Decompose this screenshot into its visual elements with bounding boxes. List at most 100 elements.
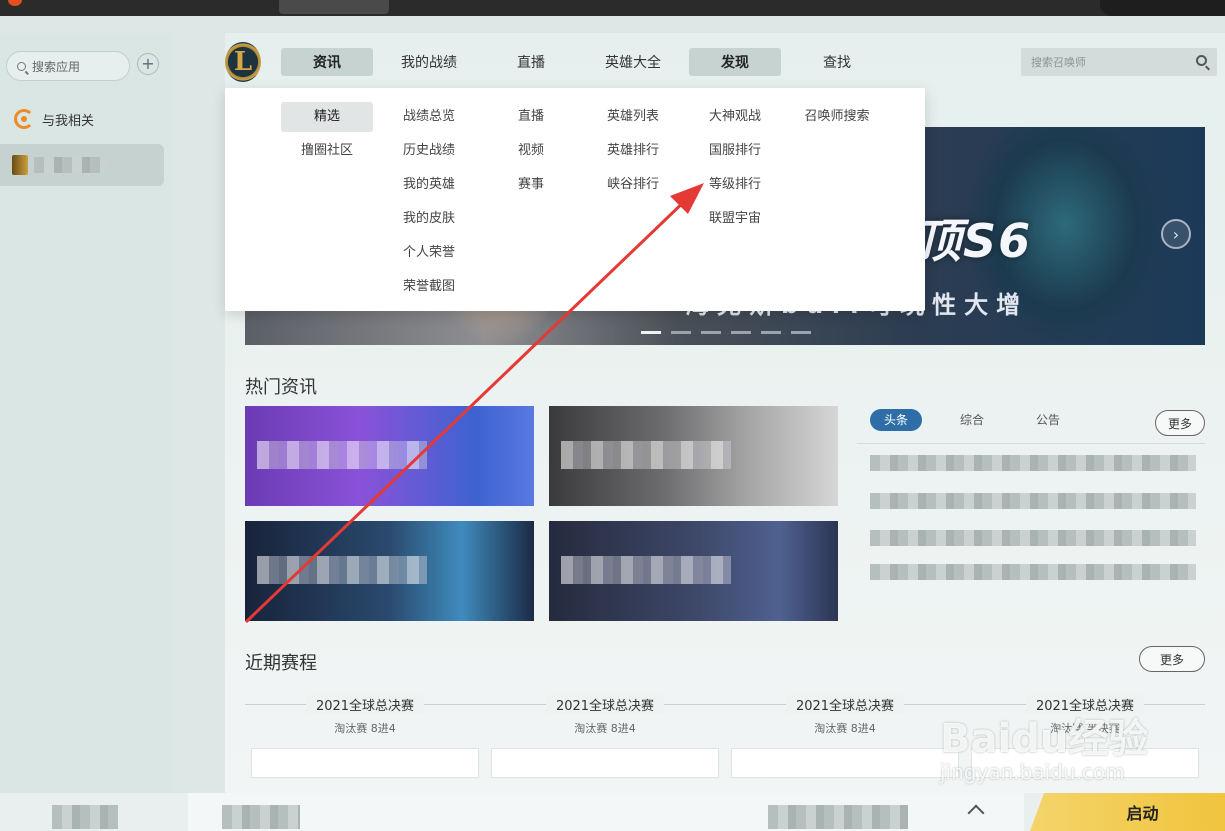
match-detail-box[interactable] <box>731 748 959 778</box>
tab-general[interactable]: 综合 <box>946 409 998 431</box>
menu-item-hero-ranking[interactable]: 英雄排行 <box>587 136 679 166</box>
menu-item-my-skins[interactable]: 我的皮肤 <box>383 204 475 234</box>
baidu-watermark: Baidu经验 jingyan.baidu.com <box>940 706 1148 784</box>
match-card[interactable]: 2021全球总决赛 淘汰赛 8进4 <box>245 695 485 778</box>
match-card[interactable]: 2021全球总决赛 淘汰赛 8进4 <box>485 695 725 778</box>
schedule-title: 近期赛程 <box>245 653 317 674</box>
tab-discover[interactable]: 发现 <box>689 48 781 76</box>
launch-button[interactable]: 启动 <box>1030 793 1225 831</box>
banner-dot[interactable] <box>671 331 691 334</box>
news-tabs: 头条 综合 公告 <box>870 409 1074 431</box>
bottom-bar: 启动 <box>0 793 1225 831</box>
menu-item-my-heroes[interactable]: 我的英雄 <box>383 170 475 200</box>
tab-heroes[interactable]: 英雄大全 <box>587 48 679 76</box>
app-search-placeholder: 搜索应用 <box>32 59 81 74</box>
menu-item-live[interactable]: 直播 <box>485 102 577 132</box>
news-list-item[interactable] <box>870 455 1196 471</box>
hot-news-title: 热门资讯 <box>245 377 317 398</box>
banner-dot[interactable] <box>761 331 781 334</box>
watermark-brand: Baidu经验 <box>940 716 1149 762</box>
dropdown-col-discover: 大神观战 国服排行 等级排行 联盟宇宙 <box>689 102 781 238</box>
news-card[interactable] <box>549 406 838 506</box>
obscured-news-title <box>561 556 731 584</box>
banner-dot[interactable] <box>791 331 811 334</box>
search-icon[interactable] <box>1196 55 1207 66</box>
menu-item-record-overview[interactable]: 战绩总览 <box>383 102 475 132</box>
tab-headlines[interactable]: 头条 <box>870 409 923 431</box>
banner-next-button[interactable]: › <box>1161 219 1191 249</box>
dropdown-col-heroes: 英雄列表 英雄排行 峡谷排行 <box>587 102 679 204</box>
menu-item-match-history[interactable]: 历史战绩 <box>383 136 475 166</box>
window-titlebar <box>0 0 1225 16</box>
sidebar-item-related[interactable]: 与我相关 <box>14 109 94 129</box>
tab-live[interactable]: 直播 <box>485 48 577 76</box>
obscured-news-title <box>561 441 731 469</box>
window-controls[interactable] <box>1100 0 1225 16</box>
menu-item-summoner-search[interactable]: 召唤师搜索 <box>791 102 883 132</box>
search-icon <box>17 61 26 71</box>
menu-item-hero-list[interactable]: 英雄列表 <box>587 102 679 132</box>
watermark-url: jingyan.baidu.com <box>940 760 1125 784</box>
obscured-news-title <box>257 441 427 469</box>
menu-item-events[interactable]: 赛事 <box>485 170 577 200</box>
league-logo[interactable]: L <box>225 42 261 82</box>
match-stage: 淘汰赛 8进4 <box>334 722 396 735</box>
news-more-button[interactable]: 更多 <box>1155 410 1205 436</box>
news-card[interactable] <box>245 521 534 621</box>
nav-dropdown-menu: 精选 撸圈社区 战绩总览 历史战绩 我的英雄 我的皮肤 个人荣誉 荣誉截图 直播… <box>225 88 925 311</box>
summoner-search-input[interactable]: 搜索召唤师 <box>1021 48 1217 76</box>
news-list-item[interactable] <box>870 493 1196 509</box>
top-navigation: 资讯 我的战绩 直播 英雄大全 发现 查找 <box>281 48 883 76</box>
match-stage: 淘汰赛 8进4 <box>814 722 876 735</box>
menu-item-featured[interactable]: 精选 <box>281 102 373 132</box>
tab-announcements[interactable]: 公告 <box>1022 409 1074 431</box>
add-app-button[interactable]: + <box>137 53 159 75</box>
menu-item-videos[interactable]: 视频 <box>485 136 577 166</box>
banner-pagination <box>641 331 811 334</box>
banner-dot[interactable] <box>701 331 721 334</box>
menu-item-honors[interactable]: 个人荣誉 <box>383 238 475 268</box>
obscured-user-info <box>52 805 118 829</box>
dropdown-col-news: 精选 撸圈社区 <box>281 102 373 170</box>
obscured-news-title <box>257 556 427 584</box>
sidebar-item-label: 与我相关 <box>42 113 95 129</box>
match-detail-box[interactable] <box>251 748 479 778</box>
match-detail-box[interactable] <box>491 748 719 778</box>
window-tab[interactable] <box>279 0 389 14</box>
match-title: 2021全球总决赛 <box>305 695 425 714</box>
match-stage: 淘汰赛 8进4 <box>574 722 636 735</box>
banner-dot[interactable] <box>731 331 751 334</box>
menu-item-community[interactable]: 撸圈社区 <box>281 136 373 166</box>
app-logo-icon <box>8 0 22 6</box>
sidebar: 搜索应用 + 与我相关 <box>0 33 172 831</box>
menu-item-pro-spectate[interactable]: 大神观战 <box>689 102 781 132</box>
app-search-input[interactable]: 搜索应用 <box>6 51 130 81</box>
news-card[interactable] <box>549 521 838 621</box>
menu-item-rift-ranking[interactable]: 峡谷排行 <box>587 170 679 200</box>
dropdown-col-records: 战绩总览 历史战绩 我的英雄 我的皮肤 个人荣誉 荣誉截图 <box>383 102 475 306</box>
league-game-icon <box>12 155 28 175</box>
obscured-status-info <box>768 805 908 829</box>
match-card[interactable]: 2021全球总决赛 淘汰赛 8进4 <box>725 695 965 778</box>
obscured-user-info <box>222 805 300 829</box>
obscured-game-label <box>34 157 106 173</box>
tab-search[interactable]: 查找 <box>791 48 883 76</box>
menu-item-honor-screenshots[interactable]: 荣誉截图 <box>383 272 475 302</box>
tab-my-records[interactable]: 我的战绩 <box>383 48 475 76</box>
menu-item-level-ranking[interactable]: 等级排行 <box>689 170 781 200</box>
news-list-item[interactable] <box>870 564 1196 580</box>
dropdown-col-search: 召唤师搜索 <box>791 102 883 136</box>
banner-dot[interactable] <box>641 331 661 334</box>
sidebar-item-game[interactable] <box>0 144 164 186</box>
menu-item-league-universe[interactable]: 联盟宇宙 <box>689 204 781 234</box>
summoner-search-placeholder: 搜索召唤师 <box>1031 56 1086 69</box>
tab-news[interactable]: 资讯 <box>281 48 373 76</box>
schedule-more-button[interactable]: 更多 <box>1139 646 1205 672</box>
news-card[interactable] <box>245 406 534 506</box>
dropdown-col-live: 直播 视频 赛事 <box>485 102 577 204</box>
news-list-item[interactable] <box>870 530 1196 546</box>
c-brand-icon <box>14 109 34 129</box>
menu-item-server-ranking[interactable]: 国服排行 <box>689 136 781 166</box>
match-title: 2021全球总决赛 <box>545 695 665 714</box>
match-title: 2021全球总决赛 <box>785 695 905 714</box>
